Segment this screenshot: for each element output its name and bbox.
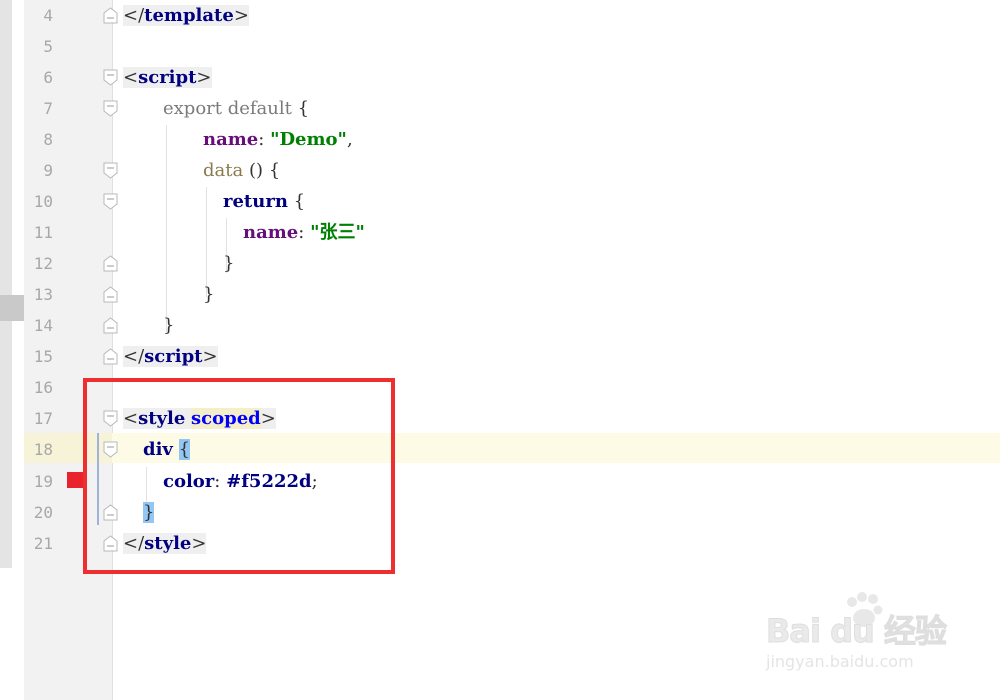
line-number: 12 <box>33 254 53 273</box>
code-text[interactable]: } <box>163 310 174 341</box>
fold-end-icon[interactable] <box>103 348 118 365</box>
code-text[interactable]: data () { <box>203 155 280 186</box>
code-line: 11 name: "张三" <box>0 217 1000 248</box>
code-text[interactable]: name: "Demo", <box>203 124 353 155</box>
code-text[interactable]: } <box>223 248 234 279</box>
line-number: 14 <box>33 316 53 335</box>
line-number: 19 <box>33 472 53 491</box>
line-number: 13 <box>33 285 53 304</box>
code-text[interactable]: name: "张三" <box>243 217 365 248</box>
line-number: 18 <box>33 440 53 459</box>
code-line: 7 export default { <box>0 93 1000 124</box>
code-line: 4 </template> <box>0 0 1000 31</box>
code-line: 13 } <box>0 279 1000 310</box>
code-line: 15 </script> <box>0 341 1000 372</box>
watermark: Bai du 经验 jingyan.baidu.com <box>762 590 962 680</box>
fold-end-icon[interactable] <box>103 7 118 24</box>
fold-end-icon[interactable] <box>103 286 118 303</box>
line-number: 5 <box>43 37 53 56</box>
line-number: 15 <box>33 347 53 366</box>
code-line: 10 return { <box>0 186 1000 217</box>
line-number: 11 <box>33 223 53 242</box>
line-number: 6 <box>43 68 53 87</box>
line-number: 7 <box>43 99 53 118</box>
line-number: 17 <box>33 409 53 428</box>
fold-start-icon[interactable] <box>103 69 118 86</box>
highlight-annotation-box <box>83 378 395 574</box>
code-text[interactable]: </template> <box>123 0 249 31</box>
watermark-brand: Bai du 经验 <box>766 612 948 651</box>
line-number: 4 <box>43 6 53 25</box>
code-line: 5 <box>0 31 1000 62</box>
fold-start-icon[interactable] <box>103 100 118 117</box>
code-line: 9 data () { <box>0 155 1000 186</box>
code-line: 12 } <box>0 248 1000 279</box>
code-text[interactable]: <script> <box>123 62 212 93</box>
code-line: 8 name: "Demo", <box>0 124 1000 155</box>
code-line: 6 <script> <box>0 62 1000 93</box>
code-text[interactable]: return { <box>223 186 305 217</box>
line-number: 10 <box>33 192 53 211</box>
code-line: 14 } <box>0 310 1000 341</box>
line-number: 21 <box>33 534 53 553</box>
fold-start-icon[interactable] <box>103 193 118 210</box>
line-number: 9 <box>43 161 53 180</box>
fold-start-icon[interactable] <box>103 162 118 179</box>
line-number: 20 <box>33 503 53 522</box>
code-text[interactable]: export default { <box>163 93 309 124</box>
code-text[interactable]: </script> <box>123 341 218 372</box>
line-number: 16 <box>33 378 53 397</box>
watermark-url: jingyan.baidu.com <box>766 652 914 671</box>
line-number: 8 <box>43 130 53 149</box>
code-text[interactable]: } <box>203 279 214 310</box>
fold-end-icon[interactable] <box>103 317 118 334</box>
fold-end-icon[interactable] <box>103 255 118 272</box>
